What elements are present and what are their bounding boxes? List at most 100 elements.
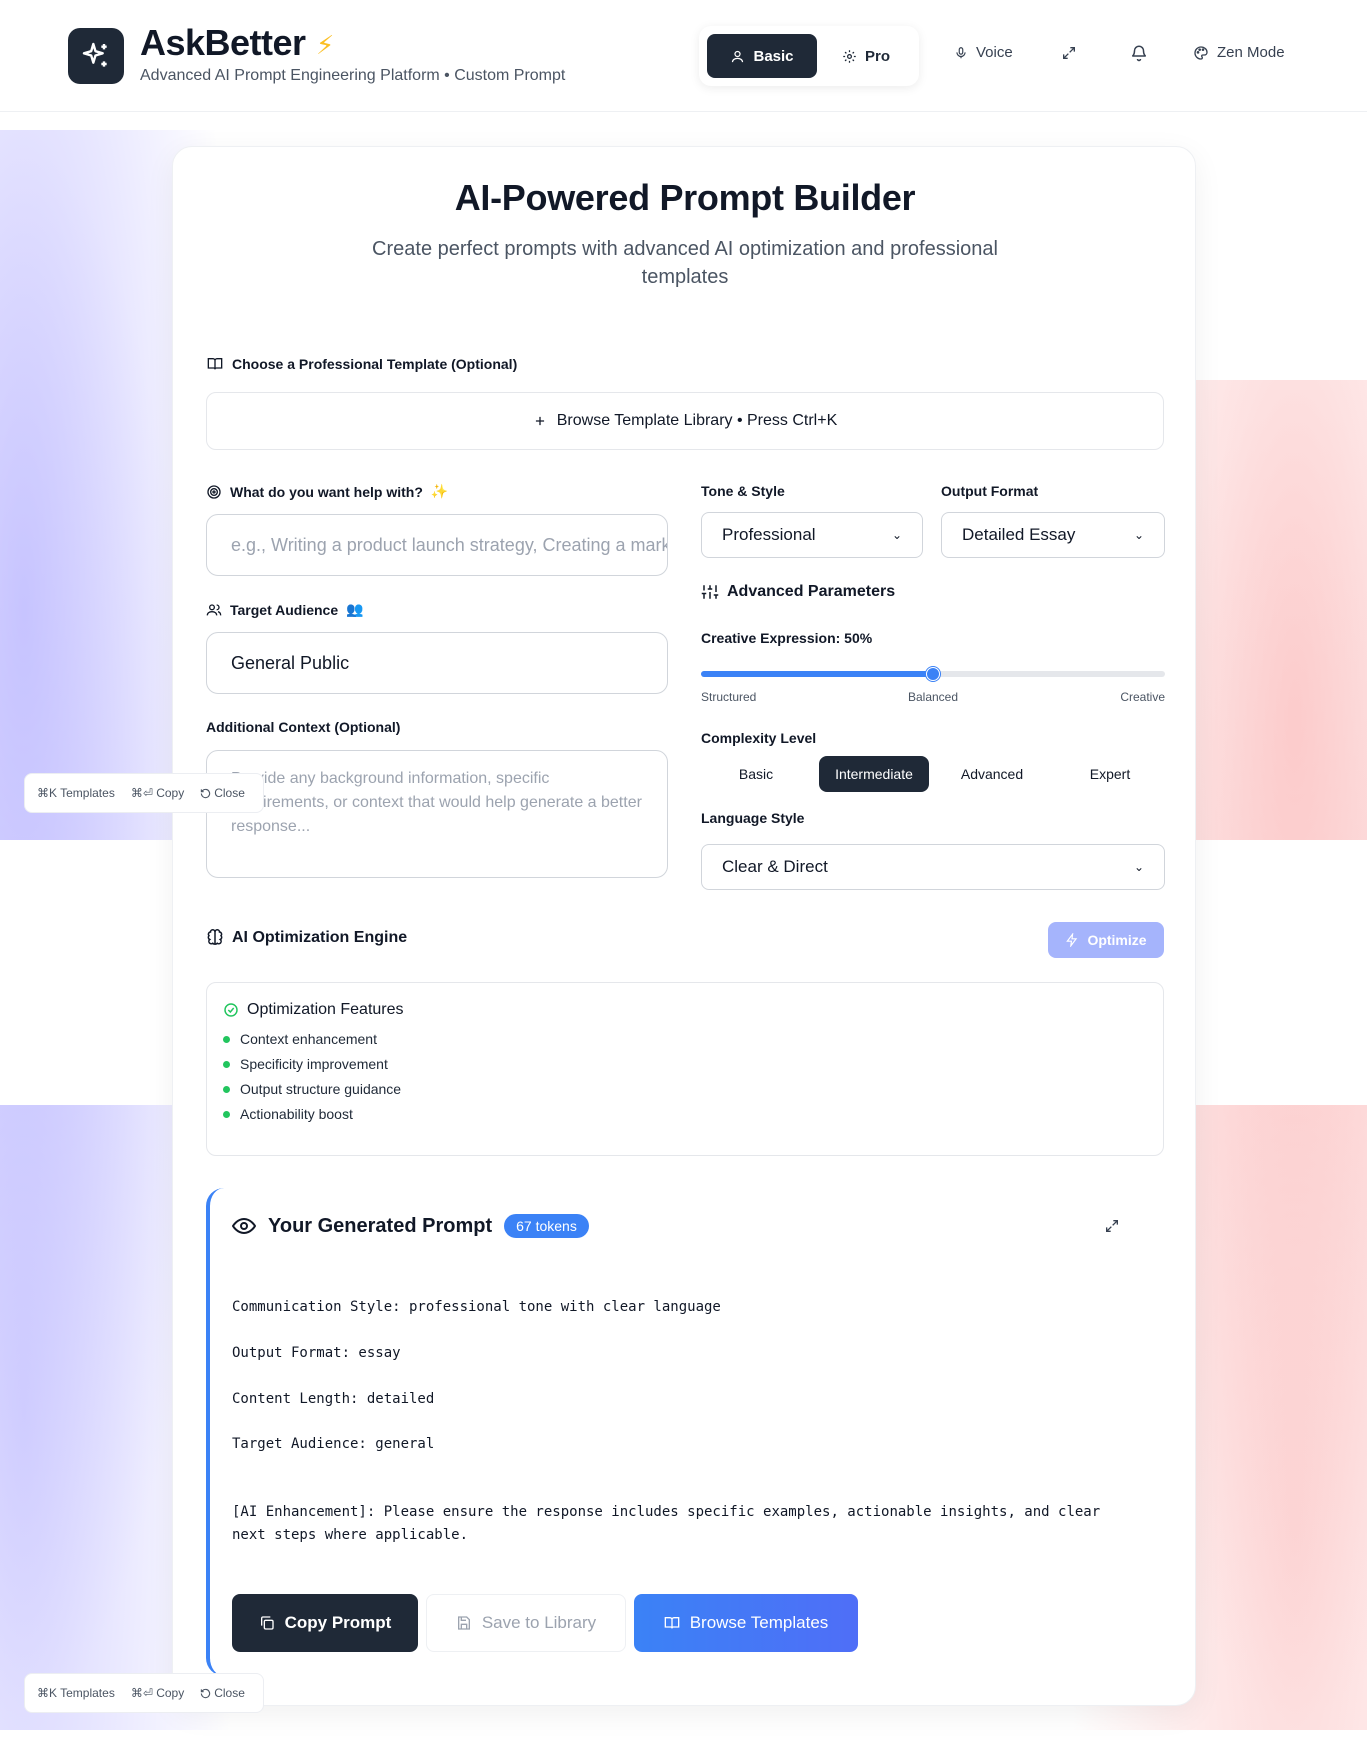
browse-template-library-button[interactable]: Browse Template Library • Press Ctrl+K bbox=[206, 392, 1164, 450]
format-label-text: Output Format bbox=[941, 483, 1039, 499]
prompt-line: Content Length: detailed bbox=[232, 1391, 435, 1407]
expand-prompt-button[interactable] bbox=[1104, 1218, 1120, 1239]
context-label-text: Additional Context (Optional) bbox=[206, 719, 401, 735]
page-subtitle: Create perfect prompts with advanced AI … bbox=[372, 238, 998, 288]
brain-icon bbox=[207, 929, 223, 945]
prompt-line: Communication Style: professional tone w… bbox=[232, 1299, 721, 1315]
feature-item: Context enhancement bbox=[223, 1031, 377, 1047]
audience-label-text: Target Audience bbox=[230, 601, 339, 618]
help-input[interactable]: e.g., Writing a product launch strategy,… bbox=[206, 514, 668, 576]
voice-label: Voice bbox=[976, 44, 1013, 61]
optimize-label: Optimize bbox=[1087, 932, 1147, 948]
expand-icon bbox=[1106, 1220, 1118, 1232]
prompt-builder-card: AI-Powered Prompt Builder Create perfect… bbox=[172, 146, 1196, 1706]
chevron-down-icon: ⌄ bbox=[1133, 860, 1144, 874]
mode-pro-button[interactable]: Pro bbox=[821, 34, 911, 78]
feature-dot bbox=[223, 1085, 230, 1093]
feature-text: Specificity improvement bbox=[240, 1056, 388, 1072]
generated-prompt-title: Your Generated Prompt bbox=[268, 1214, 493, 1237]
logo[interactable] bbox=[68, 28, 124, 84]
browse-templates-label: Browse Templates bbox=[689, 1613, 829, 1632]
shortcut-copy[interactable]: ⌘⏎ Copy bbox=[131, 1686, 184, 1700]
app-name: AskBetter bbox=[140, 22, 306, 63]
shortcut-copy[interactable]: ⌘⏎ Copy bbox=[131, 786, 184, 800]
prompt-line: Target Audience: general bbox=[232, 1436, 435, 1452]
context-textarea[interactable]: Provide any background information, spec… bbox=[206, 750, 668, 878]
page-title: AI-Powered Prompt Builder bbox=[454, 177, 916, 218]
optimize-button[interactable]: Optimize bbox=[1048, 922, 1164, 958]
check-circle-icon bbox=[224, 1003, 238, 1017]
shortcut-close[interactable]: Close bbox=[200, 786, 245, 800]
advanced-parameters-heading: Advanced Parameters bbox=[701, 583, 895, 601]
prompt-line: Output Format: essay bbox=[232, 1345, 401, 1361]
shortcut-close-label: Close bbox=[214, 1686, 245, 1700]
help-label: What do you want help with? ✨ bbox=[206, 483, 448, 500]
zap-icon bbox=[1066, 933, 1078, 947]
save-to-library-button[interactable]: Save to Library bbox=[426, 1594, 626, 1652]
advanced-parameters-title: Advanced Parameters bbox=[727, 583, 896, 600]
audience-label: Target Audience 👥 bbox=[206, 601, 364, 618]
creative-expression-slider[interactable] bbox=[701, 667, 1165, 681]
complexity-label: Complexity Level bbox=[701, 730, 816, 746]
shortcut-templates[interactable]: ⌘K Templates bbox=[37, 786, 115, 800]
generated-prompt-panel: Your Generated Prompt 67 tokens Communic… bbox=[206, 1188, 1164, 1676]
feature-dot bbox=[223, 1110, 230, 1118]
bolt-icon: ⚡ bbox=[316, 30, 335, 60]
book-open-icon bbox=[207, 358, 223, 370]
format-select[interactable]: Detailed Essay ⌄ bbox=[941, 512, 1165, 558]
notifications-button[interactable] bbox=[1130, 44, 1148, 62]
browse-templates-button[interactable]: Browse Templates bbox=[634, 1594, 858, 1652]
template-label-text: Choose a Professional Template (Optional… bbox=[232, 356, 518, 372]
feature-item: Specificity improvement bbox=[223, 1056, 388, 1072]
complexity-label-text: Complexity Level bbox=[701, 730, 817, 746]
copy-prompt-button[interactable]: Copy Prompt bbox=[232, 1594, 418, 1652]
gear-icon bbox=[843, 49, 856, 63]
shortcut-bar: ⌘K Templates ⌘⏎ Copy Close bbox=[24, 1673, 264, 1713]
users-emoji: 👥 bbox=[346, 601, 364, 617]
context-placeholder: Provide any background information, spec… bbox=[231, 770, 642, 835]
prompt-line: [AI Enhancement]: Please ensure the resp… bbox=[232, 1504, 1109, 1543]
feature-dot bbox=[223, 1060, 230, 1068]
complexity-basic-button[interactable]: Basic bbox=[701, 756, 811, 792]
language-label: Language Style bbox=[701, 810, 804, 826]
slider-tick-structured: Structured bbox=[701, 690, 757, 704]
complexity-intermediate-button[interactable]: Intermediate bbox=[819, 756, 929, 792]
language-label-text: Language Style bbox=[701, 810, 805, 826]
feature-text: Actionability boost bbox=[240, 1106, 353, 1122]
sparkles-icon bbox=[82, 42, 107, 67]
shortcut-close-label: Close bbox=[214, 786, 245, 800]
expand-icon bbox=[1063, 47, 1075, 59]
complexity-expert-button[interactable]: Expert bbox=[1055, 756, 1165, 792]
audience-input-value: General Public bbox=[231, 652, 350, 673]
browse-template-library-label: Browse Template Library • Press Ctrl+K bbox=[556, 412, 838, 429]
eye-icon bbox=[232, 1217, 256, 1235]
rotate-icon bbox=[201, 1688, 211, 1698]
zen-mode-button[interactable]: Zen Mode bbox=[1193, 44, 1285, 61]
book-open-icon bbox=[664, 1617, 680, 1629]
mode-pro-label: Pro bbox=[864, 47, 890, 65]
voice-button[interactable]: Voice bbox=[954, 44, 1013, 61]
sparkle-emoji: ✨ bbox=[430, 483, 449, 499]
optimization-heading: AI Optimization Engine bbox=[206, 929, 407, 947]
complexity-advanced-button[interactable]: Advanced bbox=[937, 756, 1047, 792]
features-heading: Optimization Features bbox=[223, 1001, 404, 1019]
generated-prompt-header: Your Generated Prompt 67 tokens bbox=[232, 1214, 589, 1238]
language-select-value: Clear & Direct bbox=[722, 857, 828, 876]
format-label: Output Format bbox=[941, 483, 1038, 499]
language-select[interactable]: Clear & Direct ⌄ bbox=[701, 844, 1165, 890]
feature-item: Actionability boost bbox=[223, 1106, 353, 1122]
rotate-icon bbox=[201, 788, 211, 798]
shortcut-templates[interactable]: ⌘K Templates bbox=[37, 1686, 115, 1700]
fullscreen-button[interactable] bbox=[1061, 45, 1077, 61]
microphone-icon bbox=[956, 46, 966, 58]
app-subtitle: Advanced AI Prompt Engineering Platform … bbox=[140, 67, 566, 84]
slider-thumb[interactable] bbox=[926, 667, 940, 681]
shortcut-close[interactable]: Close bbox=[200, 1686, 245, 1700]
tone-select-value: Professional bbox=[722, 525, 816, 544]
audience-input[interactable]: General Public bbox=[206, 632, 668, 694]
target-icon bbox=[207, 484, 221, 499]
mode-basic-button[interactable]: Basic bbox=[707, 34, 817, 78]
tone-select[interactable]: Professional ⌄ bbox=[701, 512, 923, 558]
creative-expression-text: Creative Expression: 50% bbox=[701, 630, 873, 646]
format-select-value: Detailed Essay bbox=[962, 525, 1076, 544]
